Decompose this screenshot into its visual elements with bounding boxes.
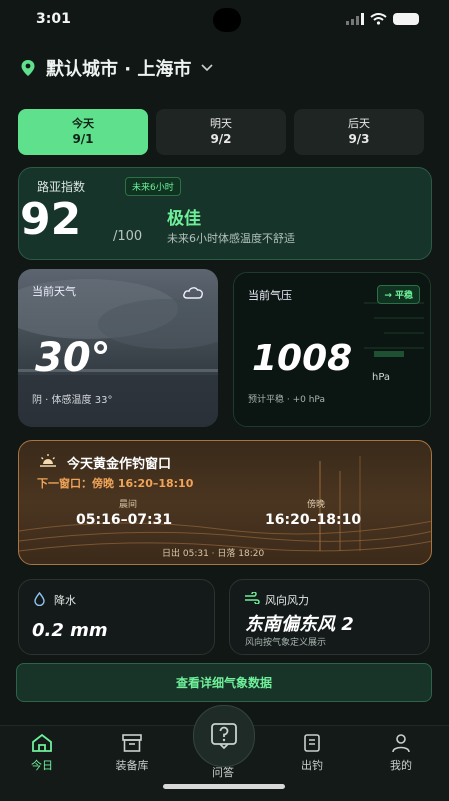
tab-today[interactable]: 今天 9/1 — [18, 109, 148, 155]
weather-description: 阴 · 体感温度 33° — [32, 395, 113, 406]
lure-grade: 极佳 — [167, 209, 201, 229]
question-icon — [211, 723, 237, 750]
golden-window-card[interactable]: 今天黄金作钓窗口 下一窗口：傍晚 16:20–18:10 晨间 05:16–07… — [18, 440, 432, 565]
tab-label: 明天 — [210, 116, 232, 130]
forecast-badge: 未来6小时 — [125, 177, 181, 196]
temperature-value: 30° — [35, 335, 111, 381]
wind-icon — [245, 592, 260, 604]
battery-icon — [393, 13, 419, 25]
home-icon — [32, 733, 52, 752]
golden-title: 今天黄金作钓窗口 — [67, 457, 172, 472]
nav-profile[interactable]: 我的 — [366, 733, 436, 773]
pressure-description: 预计平稳 · +0 hPa — [248, 395, 325, 405]
tab-tomorrow[interactable]: 明天 9/2 — [156, 109, 286, 155]
status-icons — [346, 13, 419, 25]
sunrise-icon — [40, 454, 56, 467]
lure-description: 未来6小时体感温度不舒适 — [167, 232, 295, 245]
day-tabs: 今天 9/1 明天 9/2 后天 9/3 — [18, 109, 424, 155]
tab-date: 9/3 — [348, 132, 370, 147]
morning-time: 05:16–07:31 — [76, 512, 173, 528]
city-label: 默认城市 · 上海市 — [46, 59, 192, 80]
pressure-trend-badge: → 平稳 — [377, 285, 420, 304]
evening-label: 傍晚 — [307, 500, 326, 510]
weather-card[interactable]: 当前天气 30° 阴 · 体感温度 33° — [18, 269, 218, 427]
location-pin-icon — [21, 60, 35, 76]
precipitation-label: 降水 — [54, 594, 76, 607]
chevron-down-icon — [201, 64, 213, 72]
next-window: 下一窗口：傍晚 16:20–18:10 — [37, 477, 194, 490]
camera-notch — [213, 8, 241, 32]
cloud-icon — [183, 287, 203, 299]
wind-value: 东南偏东风 2 — [245, 614, 354, 635]
nav-label: 出钓 — [301, 759, 323, 772]
tab-date: 9/1 — [72, 132, 94, 147]
tab-date: 9/2 — [210, 132, 232, 147]
precipitation-card[interactable]: 降水 0.2 mm — [18, 579, 215, 655]
tab-day-after[interactable]: 后天 9/3 — [294, 109, 424, 155]
city-selector[interactable]: 默认城市 · 上海市 — [20, 55, 213, 81]
nav-label: 装备库 — [115, 759, 149, 772]
lure-score: 92 — [20, 194, 82, 245]
water-drop-icon — [34, 592, 45, 606]
book-icon — [304, 734, 320, 752]
tab-label: 后天 — [348, 116, 370, 130]
signal-icon — [346, 13, 364, 25]
wind-label: 风向风力 — [265, 594, 309, 607]
home-indicator — [163, 784, 285, 789]
morning-label: 晨间 — [119, 500, 138, 510]
nav-label: 今日 — [31, 759, 53, 772]
status-bar: 3:01 — [0, 0, 449, 40]
nav-trip[interactable]: 出钓 — [277, 733, 347, 773]
wifi-icon — [370, 13, 387, 25]
tab-label: 今天 — [72, 116, 94, 130]
nav-label: 我的 — [390, 759, 412, 772]
pressure-label: 当前气压 — [248, 289, 292, 302]
pressure-unit: hPa — [372, 372, 391, 383]
box-icon — [122, 734, 142, 752]
evening-time: 16:20–18:10 — [265, 512, 362, 528]
user-icon — [392, 734, 410, 753]
nav-gear[interactable]: 装备库 — [97, 733, 167, 773]
weather-label: 当前天气 — [32, 285, 76, 298]
view-details-button[interactable]: 查看详细气象数据 — [16, 663, 432, 702]
sun-info: 日出 05:31 · 日落 18:20 — [162, 549, 265, 559]
qa-fab-button[interactable] — [193, 705, 255, 767]
lure-score-max: /100 — [113, 229, 143, 244]
pressure-card[interactable]: 当前气压 → 平稳 1008 hPa 预计平稳 · +0 hPa — [233, 272, 431, 427]
precipitation-value: 0.2 mm — [32, 620, 108, 641]
nav-today[interactable]: 今日 — [7, 733, 77, 773]
lure-index-title: 路亚指数 — [37, 180, 86, 194]
pressure-value: 1008 — [252, 338, 353, 379]
wind-description: 风向按气象定义展示 — [245, 638, 327, 648]
status-time: 3:01 — [36, 11, 71, 27]
wind-card[interactable]: 风向风力 东南偏东风 2 风向按气象定义展示 — [229, 579, 430, 655]
